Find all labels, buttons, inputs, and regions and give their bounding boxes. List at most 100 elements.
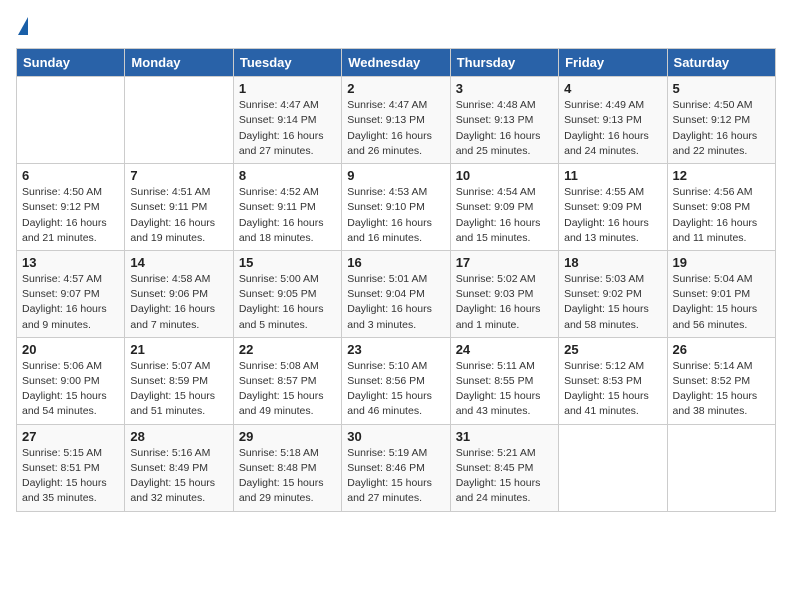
day-number: 22	[239, 342, 336, 357]
day-number: 4	[564, 81, 661, 96]
calendar-day-11: 11 Sunrise: 4:55 AM Sunset: 9:09 PM Dayli…	[559, 164, 667, 251]
day-number: 26	[673, 342, 770, 357]
day-number: 27	[22, 429, 119, 444]
calendar-day-4: 4Sunrise: 4:49 AM Sunset: 9:13 PM Daylig…	[559, 77, 667, 164]
calendar-day-18: 18 Sunrise: 5:03 AM Sunset: 9:02 PM Dayli…	[559, 250, 667, 337]
day-info: Sunrise: 4:47 AM Sunset: 9:14 PM Dayligh…	[239, 98, 336, 159]
header-monday: Monday	[125, 49, 233, 77]
calendar-day-24: 24 Sunrise: 5:11 AM Sunset: 8:55 PM Dayli…	[450, 337, 558, 424]
calendar-day-15: 15 Sunrise: 5:00 AM Sunset: 9:05 PM Dayli…	[233, 250, 341, 337]
calendar-day-8: 8 Sunrise: 4:52 AM Sunset: 9:11 PM Daylig…	[233, 164, 341, 251]
calendar-week-row: 20 Sunrise: 5:06 AM Sunset: 9:00 PM Dayli…	[17, 337, 776, 424]
day-info: Sunrise: 4:55 AM Sunset: 9:09 PM Dayligh…	[564, 185, 661, 246]
calendar-day-20: 20 Sunrise: 5:06 AM Sunset: 9:00 PM Dayli…	[17, 337, 125, 424]
day-number: 14	[130, 255, 227, 270]
calendar-day-17: 17Sunrise: 5:02 AM Sunset: 9:03 PM Dayli…	[450, 250, 558, 337]
calendar-week-row: 6 Sunrise: 4:50 AM Sunset: 9:12 PM Daylig…	[17, 164, 776, 251]
page-header	[16, 16, 776, 40]
calendar-day-25: 25 Sunrise: 5:12 AM Sunset: 8:53 PM Dayli…	[559, 337, 667, 424]
calendar-day-13: 13Sunrise: 4:57 AM Sunset: 9:07 PM Dayli…	[17, 250, 125, 337]
calendar-day-9: 9 Sunrise: 4:53 AM Sunset: 9:10 PM Daylig…	[342, 164, 450, 251]
day-info: Sunrise: 4:48 AM Sunset: 9:13 PM Dayligh…	[456, 98, 553, 159]
day-number: 1	[239, 81, 336, 96]
day-number: 31	[456, 429, 553, 444]
calendar-day-26: 26 Sunrise: 5:14 AM Sunset: 8:52 PM Dayli…	[667, 337, 775, 424]
day-number: 3	[456, 81, 553, 96]
day-number: 7	[130, 168, 227, 183]
calendar-day-1: 1 Sunrise: 4:47 AM Sunset: 9:14 PM Daylig…	[233, 77, 341, 164]
day-info: Sunrise: 5:15 AM Sunset: 8:51 PM Dayligh…	[22, 446, 119, 507]
calendar-day-21: 21 Sunrise: 5:07 AM Sunset: 8:59 PM Dayli…	[125, 337, 233, 424]
calendar-day-16: 16 Sunrise: 5:01 AM Sunset: 9:04 PM Dayli…	[342, 250, 450, 337]
day-number: 23	[347, 342, 444, 357]
day-info: Sunrise: 5:01 AM Sunset: 9:04 PM Dayligh…	[347, 272, 444, 333]
calendar-day-6: 6 Sunrise: 4:50 AM Sunset: 9:12 PM Daylig…	[17, 164, 125, 251]
calendar-table: SundayMondayTuesdayWednesdayThursdayFrid…	[16, 48, 776, 511]
day-number: 9	[347, 168, 444, 183]
day-info: Sunrise: 5:10 AM Sunset: 8:56 PM Dayligh…	[347, 359, 444, 420]
header-sunday: Sunday	[17, 49, 125, 77]
day-number: 8	[239, 168, 336, 183]
day-info: Sunrise: 5:14 AM Sunset: 8:52 PM Dayligh…	[673, 359, 770, 420]
day-info: Sunrise: 4:47 AM Sunset: 9:13 PM Dayligh…	[347, 98, 444, 159]
day-number: 13	[22, 255, 119, 270]
day-info: Sunrise: 5:07 AM Sunset: 8:59 PM Dayligh…	[130, 359, 227, 420]
day-info: Sunrise: 5:19 AM Sunset: 8:46 PM Dayligh…	[347, 446, 444, 507]
day-number: 25	[564, 342, 661, 357]
day-info: Sunrise: 4:50 AM Sunset: 9:12 PM Dayligh…	[22, 185, 119, 246]
day-number: 10	[456, 168, 553, 183]
day-info: Sunrise: 4:56 AM Sunset: 9:08 PM Dayligh…	[673, 185, 770, 246]
calendar-day-19: 19 Sunrise: 5:04 AM Sunset: 9:01 PM Dayli…	[667, 250, 775, 337]
day-info: Sunrise: 5:16 AM Sunset: 8:49 PM Dayligh…	[130, 446, 227, 507]
calendar-day-28: 28 Sunrise: 5:16 AM Sunset: 8:49 PM Dayli…	[125, 424, 233, 511]
day-info: Sunrise: 5:00 AM Sunset: 9:05 PM Dayligh…	[239, 272, 336, 333]
day-info: Sunrise: 5:11 AM Sunset: 8:55 PM Dayligh…	[456, 359, 553, 420]
day-info: Sunrise: 5:06 AM Sunset: 9:00 PM Dayligh…	[22, 359, 119, 420]
day-number: 19	[673, 255, 770, 270]
calendar-week-row: 13Sunrise: 4:57 AM Sunset: 9:07 PM Dayli…	[17, 250, 776, 337]
logo-icon	[18, 17, 28, 35]
day-number: 5	[673, 81, 770, 96]
calendar-empty-cell	[667, 424, 775, 511]
calendar-day-7: 7Sunrise: 4:51 AM Sunset: 9:11 PM Daylig…	[125, 164, 233, 251]
day-info: Sunrise: 5:12 AM Sunset: 8:53 PM Dayligh…	[564, 359, 661, 420]
day-info: Sunrise: 5:04 AM Sunset: 9:01 PM Dayligh…	[673, 272, 770, 333]
day-info: Sunrise: 5:21 AM Sunset: 8:45 PM Dayligh…	[456, 446, 553, 507]
day-number: 2	[347, 81, 444, 96]
calendar-week-row: 27 Sunrise: 5:15 AM Sunset: 8:51 PM Dayli…	[17, 424, 776, 511]
calendar-day-27: 27 Sunrise: 5:15 AM Sunset: 8:51 PM Dayli…	[17, 424, 125, 511]
day-number: 6	[22, 168, 119, 183]
calendar-day-3: 3 Sunrise: 4:48 AM Sunset: 9:13 PM Daylig…	[450, 77, 558, 164]
calendar-empty-cell	[559, 424, 667, 511]
calendar-day-12: 12Sunrise: 4:56 AM Sunset: 9:08 PM Dayli…	[667, 164, 775, 251]
day-number: 24	[456, 342, 553, 357]
day-info: Sunrise: 4:53 AM Sunset: 9:10 PM Dayligh…	[347, 185, 444, 246]
day-number: 20	[22, 342, 119, 357]
header-tuesday: Tuesday	[233, 49, 341, 77]
day-number: 16	[347, 255, 444, 270]
calendar-empty-cell	[125, 77, 233, 164]
day-info: Sunrise: 5:18 AM Sunset: 8:48 PM Dayligh…	[239, 446, 336, 507]
day-number: 29	[239, 429, 336, 444]
day-number: 11	[564, 168, 661, 183]
calendar-header-row: SundayMondayTuesdayWednesdayThursdayFrid…	[17, 49, 776, 77]
calendar-day-2: 2 Sunrise: 4:47 AM Sunset: 9:13 PM Daylig…	[342, 77, 450, 164]
calendar-day-23: 23 Sunrise: 5:10 AM Sunset: 8:56 PM Dayli…	[342, 337, 450, 424]
day-info: Sunrise: 4:54 AM Sunset: 9:09 PM Dayligh…	[456, 185, 553, 246]
header-friday: Friday	[559, 49, 667, 77]
calendar-day-14: 14Sunrise: 4:58 AM Sunset: 9:06 PM Dayli…	[125, 250, 233, 337]
day-info: Sunrise: 5:03 AM Sunset: 9:02 PM Dayligh…	[564, 272, 661, 333]
day-number: 28	[130, 429, 227, 444]
day-info: Sunrise: 5:02 AM Sunset: 9:03 PM Dayligh…	[456, 272, 553, 333]
day-number: 30	[347, 429, 444, 444]
day-number: 15	[239, 255, 336, 270]
calendar-day-30: 30 Sunrise: 5:19 AM Sunset: 8:46 PM Dayli…	[342, 424, 450, 511]
day-info: Sunrise: 4:52 AM Sunset: 9:11 PM Dayligh…	[239, 185, 336, 246]
day-number: 21	[130, 342, 227, 357]
header-wednesday: Wednesday	[342, 49, 450, 77]
day-number: 18	[564, 255, 661, 270]
logo	[16, 16, 28, 40]
calendar-empty-cell	[17, 77, 125, 164]
day-info: Sunrise: 4:50 AM Sunset: 9:12 PM Dayligh…	[673, 98, 770, 159]
calendar-day-5: 5 Sunrise: 4:50 AM Sunset: 9:12 PM Daylig…	[667, 77, 775, 164]
